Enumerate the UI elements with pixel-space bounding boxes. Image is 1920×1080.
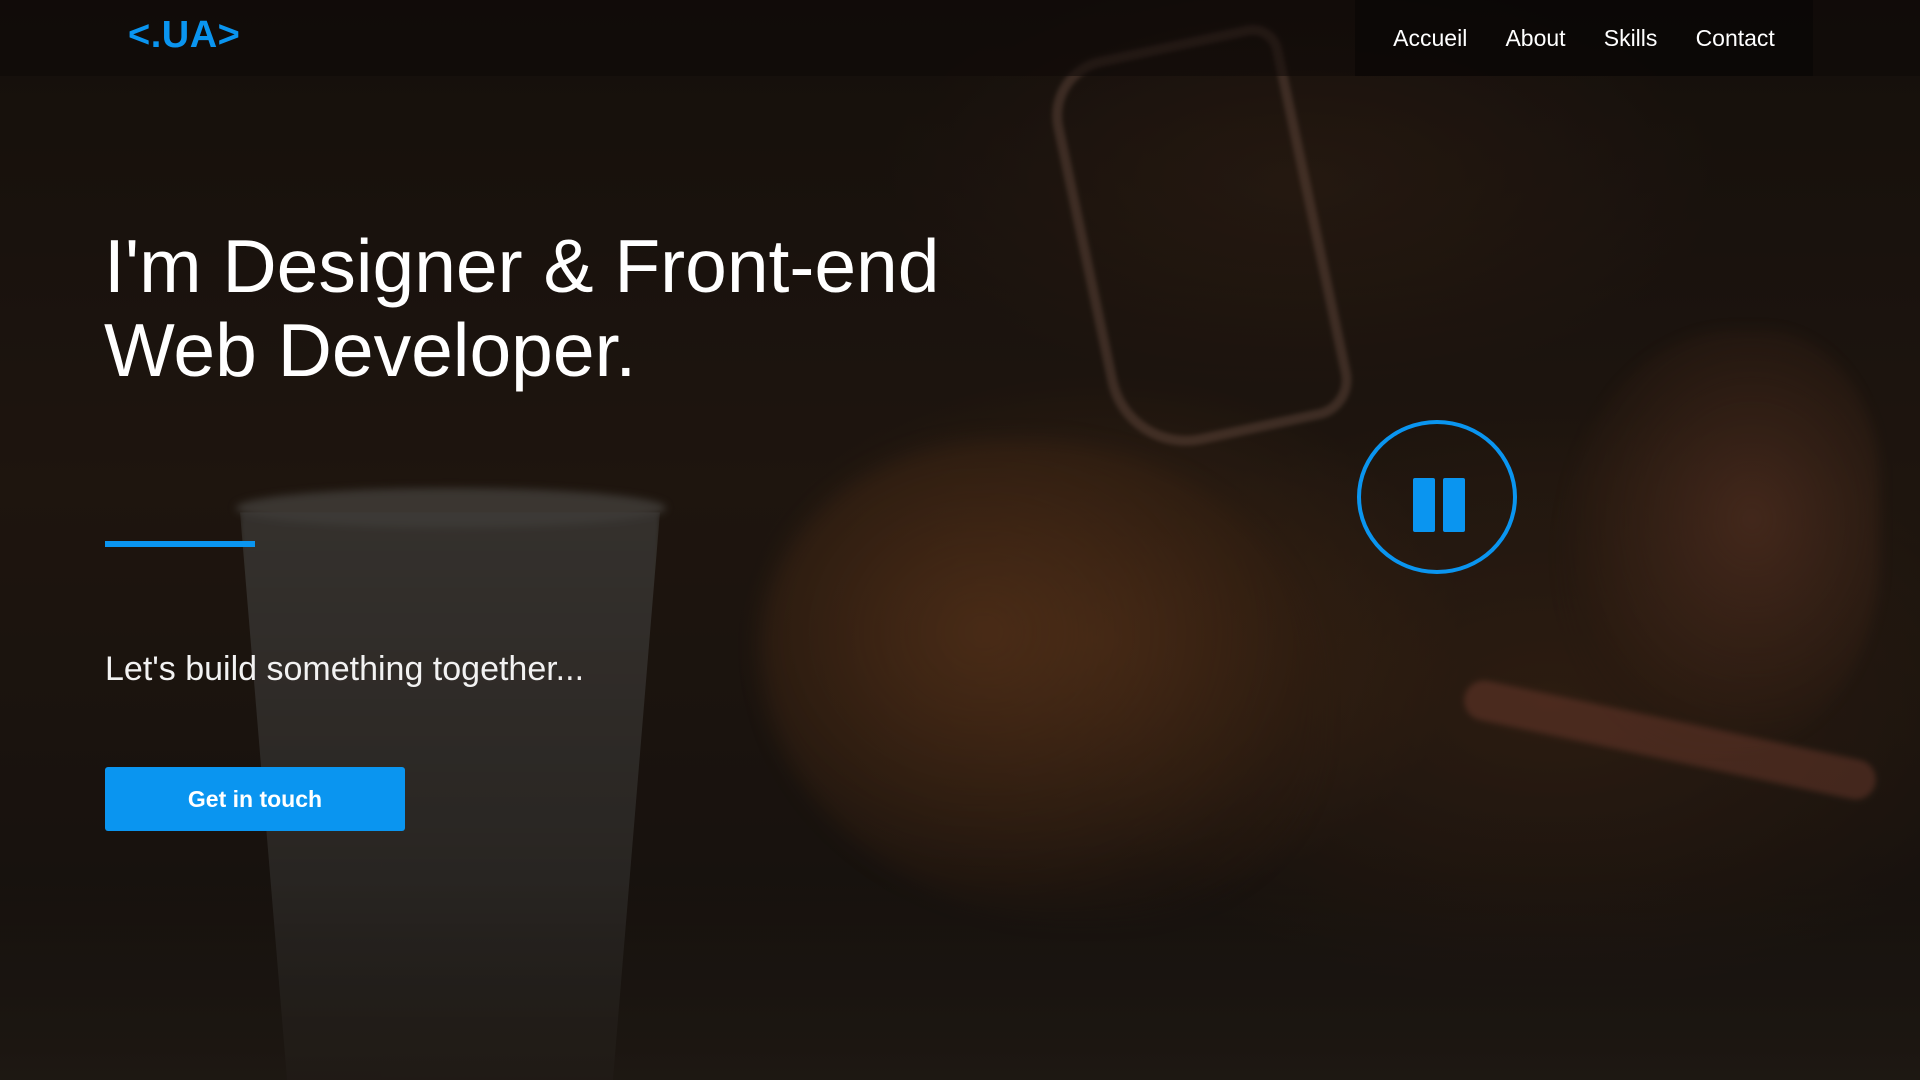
top-navbar: <.UA> Accueil About Skills Contact [0,0,1920,76]
nav-link-contact[interactable]: Contact [1696,25,1775,52]
nav-link-accueil[interactable]: Accueil [1393,25,1467,52]
accent-divider [105,541,255,547]
nav-link-about[interactable]: About [1505,25,1565,52]
get-in-touch-button[interactable]: Get in touch [105,767,405,831]
pause-icon-right-bar [1443,478,1465,532]
background-overlay [0,0,1920,1080]
video-pause-button[interactable] [1357,420,1517,574]
hero-headline-line2: Web Developer. [104,308,637,392]
hero-headline-line1: I'm Designer & Front-end [104,224,940,308]
hero-section: <.UA> Accueil About Skills Contact I'm D… [0,0,1920,1080]
hero-headline: I'm Designer & Front-end Web Developer. [104,224,1004,392]
nav-links: Accueil About Skills Contact [1355,0,1813,76]
hero-tagline: Let's build something together... [105,650,585,688]
nav-link-skills[interactable]: Skills [1604,25,1658,52]
site-logo[interactable]: <.UA> [128,14,240,57]
pause-icon-left-bar [1413,478,1435,532]
